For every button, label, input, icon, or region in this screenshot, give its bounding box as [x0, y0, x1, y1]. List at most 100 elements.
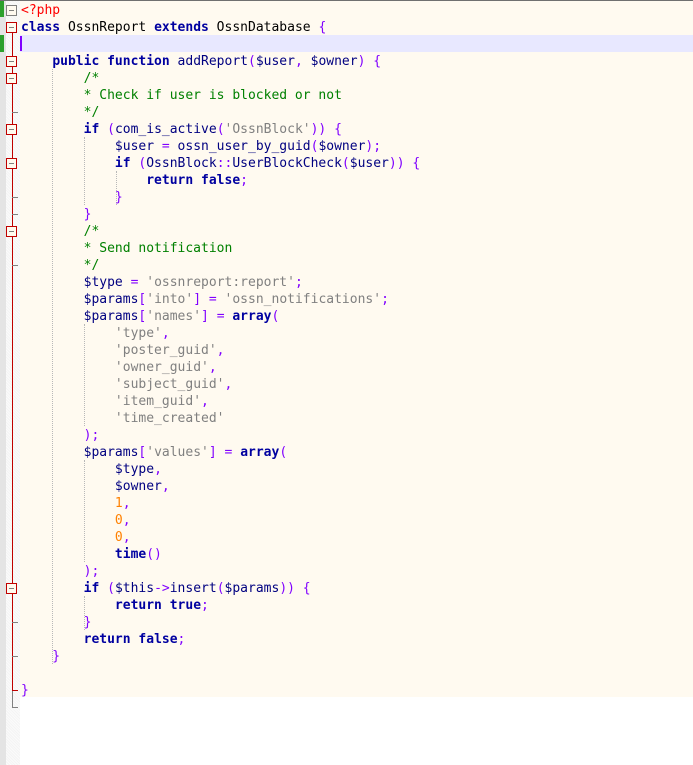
saved-change-marker	[0, 1, 4, 17]
code-token: (	[279, 445, 288, 460]
code-line[interactable]: $params['names'] = array(	[21, 308, 420, 325]
code-token: if	[114, 156, 131, 171]
code-line[interactable]: return false;	[21, 631, 420, 648]
code-line[interactable]: $params['into'] = 'ossn_notifications';	[21, 291, 420, 308]
code-line[interactable]: 1,	[21, 495, 420, 512]
fold-toggle-icon[interactable]	[6, 22, 17, 33]
code-token: ;	[177, 632, 186, 647]
code-line[interactable]: /*	[21, 223, 420, 240]
code-line[interactable]: $type = 'ossnreport:report';	[21, 274, 420, 291]
code-token: array	[232, 309, 272, 324]
code-token: return false	[146, 173, 241, 188]
code-line[interactable]: /*	[21, 70, 420, 87]
code-line[interactable]: }	[21, 614, 420, 631]
code-token: (	[216, 581, 225, 596]
code-token: ,	[161, 479, 170, 494]
code-token: $type	[83, 275, 123, 290]
code-token: ;	[240, 173, 248, 188]
fold-toggle-icon[interactable]	[6, 73, 17, 84]
code-line[interactable]	[21, 665, 420, 682]
code-line[interactable]: 0,	[21, 529, 420, 546]
code-token: 'time_created'	[114, 411, 225, 426]
fold-margin[interactable]	[6, 1, 20, 765]
code-line[interactable]	[21, 36, 420, 53]
code-line[interactable]: <?php	[21, 2, 420, 19]
code-token: 'item_guid'	[114, 394, 202, 409]
fold-toggle-icon[interactable]	[6, 226, 17, 237]
code-line[interactable]: 'time_created'	[21, 410, 420, 427]
code-token: ] =	[208, 445, 241, 460]
code-line[interactable]: 'owner_guid',	[21, 359, 420, 376]
code-token: =	[122, 275, 147, 290]
code-token: }	[21, 615, 92, 630]
code-line[interactable]: */	[21, 104, 420, 121]
code-line[interactable]: 'type',	[21, 325, 420, 342]
fold-toggle-icon[interactable]	[6, 583, 17, 594]
code-token: ) {	[357, 54, 382, 69]
code-line[interactable]: }	[21, 189, 420, 206]
code-token: }	[21, 190, 123, 205]
code-line[interactable]: $owner,	[21, 478, 420, 495]
code-line[interactable]: );	[21, 427, 420, 444]
code-token: (	[99, 122, 115, 137]
code-line[interactable]: 'item_guid',	[21, 393, 420, 410]
code-line[interactable]: if ($this->insert($params)) {	[21, 580, 420, 597]
code-token: )) {	[310, 122, 342, 137]
code-text[interactable]: <?php class OssnReport extends OssnDataba…	[21, 2, 420, 699]
fold-end-tick	[12, 690, 18, 691]
code-line[interactable]: if (com_is_active('OssnBlock')) {	[21, 121, 420, 138]
code-token: ] =	[193, 292, 225, 307]
fold-end-tick	[12, 707, 18, 708]
code-token: }	[21, 649, 61, 664]
saved-change-marker	[0, 35, 4, 52]
code-token: }	[21, 683, 29, 698]
code-token: $owner	[114, 479, 162, 494]
code-token: ,	[122, 496, 131, 511]
code-token: $owner	[318, 139, 366, 154]
code-token: 'ossn_notifications'	[224, 292, 382, 307]
code-line[interactable]: public function addReport($user, $owner)…	[21, 53, 420, 70]
code-token: insert	[169, 581, 217, 596]
fold-end-tick	[12, 112, 18, 113]
code-line[interactable]: $params['values'] = array(	[21, 444, 420, 461]
code-token: array	[240, 445, 280, 460]
code-line[interactable]: }	[21, 682, 420, 699]
fold-toggle-icon[interactable]	[6, 56, 17, 67]
code-line[interactable]: return true;	[21, 597, 420, 614]
code-line[interactable]: if (OssnBlock::UserBlockCheck($user)) {	[21, 155, 420, 172]
code-line[interactable]: }	[21, 206, 420, 223]
code-line[interactable]: * Send notification	[21, 240, 420, 257]
code-token: ,	[161, 326, 170, 341]
fold-toggle-icon[interactable]	[6, 158, 17, 169]
code-line[interactable]: );	[21, 563, 420, 580]
code-token: time	[114, 547, 147, 562]
code-line[interactable]: 'poster_guid',	[21, 342, 420, 359]
code-line[interactable]: * Check if user is blocked or not	[21, 87, 420, 104]
code-line[interactable]: time()	[21, 546, 420, 563]
code-token: {	[318, 20, 327, 35]
code-token: ;	[201, 598, 209, 613]
code-line[interactable]: */	[21, 257, 420, 274]
code-line[interactable]: }	[21, 648, 420, 665]
code-line[interactable]: 0,	[21, 512, 420, 529]
code-token: 'type'	[114, 326, 162, 341]
fold-toggle-icon[interactable]	[6, 5, 17, 16]
code-token: <?php	[21, 3, 61, 18]
fold-toggle-icon[interactable]	[6, 124, 17, 135]
code-token: (	[248, 54, 256, 69]
code-line[interactable]: $type,	[21, 461, 420, 478]
code-line[interactable]: return false;	[21, 172, 420, 189]
code-line[interactable]: $user = ossn_user_by_guid($owner);	[21, 138, 420, 155]
code-token: UserBlockCheck	[232, 156, 342, 171]
code-token: $params	[224, 581, 280, 596]
code-line[interactable]: 'subject_guid',	[21, 376, 420, 393]
code-line[interactable]: class OssnReport extends OssnDatabase {	[21, 19, 420, 36]
code-token: $user	[114, 139, 155, 154]
